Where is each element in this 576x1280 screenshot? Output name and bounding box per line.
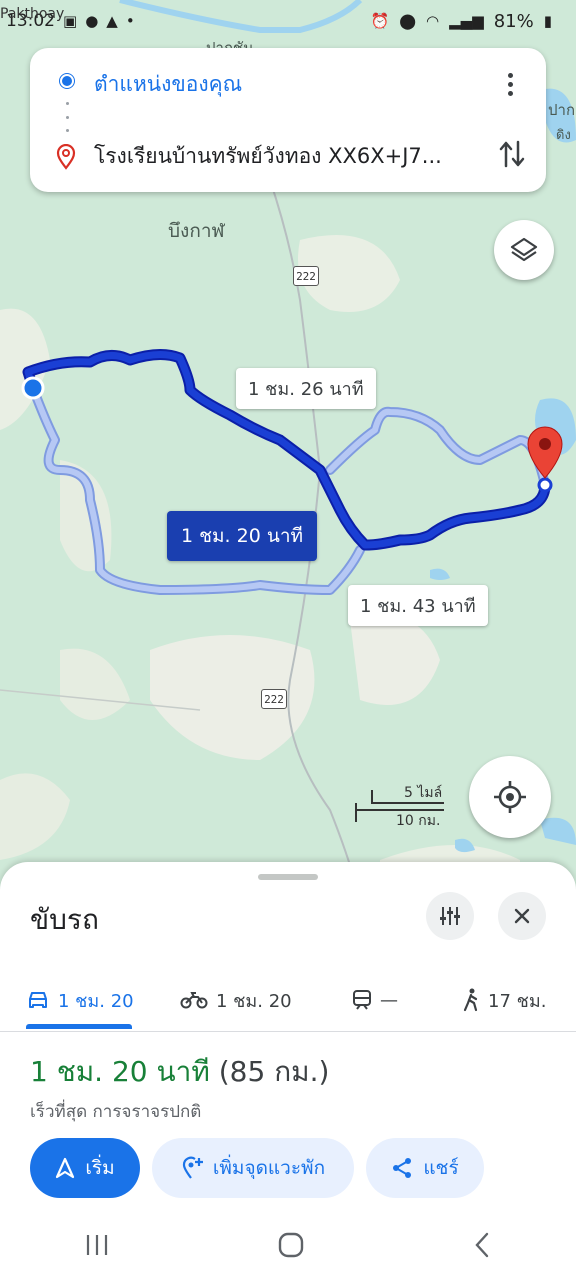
location-icon: ⬤ — [399, 12, 417, 30]
my-location-button[interactable] — [469, 756, 551, 838]
share-button[interactable]: แชร์ — [366, 1138, 484, 1198]
route-subtitle: เร็วที่สุด การจราจรปกติ — [30, 1102, 202, 1122]
destination-field[interactable]: โรงเรียนบ้านทรัพย์วังทอง XX6X+J7... — [94, 140, 474, 173]
gallery-icon: ▣ — [63, 12, 78, 30]
more-options-icon[interactable] — [498, 66, 522, 102]
connector-dots-icon — [66, 102, 69, 132]
signal-icon: ▂▄▆ — [449, 12, 484, 30]
add-location-icon — [182, 1156, 203, 1179]
swap-icon[interactable] — [498, 138, 526, 170]
route-label-alt-2[interactable]: 1 ชม. 43 นาที — [348, 585, 488, 626]
wifi-icon: ◠ — [426, 12, 440, 30]
tab-walk-label: 17 ชม. — [488, 990, 547, 1012]
tab-active-indicator — [26, 1024, 132, 1029]
sheet-drag-handle[interactable] — [258, 874, 318, 880]
status-bar: 13:02 ▣ ● ▲ • ⏰ ⬤ ◠ ▂▄▆ 81% ▮ — [0, 0, 576, 42]
start-button-label: เริ่ม — [85, 1157, 115, 1179]
route-options-button[interactable] — [426, 892, 474, 940]
car-icon — [29, 992, 47, 1008]
share-label: แชร์ — [423, 1157, 459, 1179]
road-shield-222: 222 — [261, 689, 287, 709]
chat-icon: ● — [85, 12, 99, 30]
route-summary: 1 ชม. 20 นาที (85 กม.) — [30, 1050, 329, 1094]
origin-marker — [21, 376, 45, 400]
route-distance: (85 กม.) — [218, 1055, 330, 1088]
system-navigation-bar — [0, 1210, 576, 1280]
place-label-bueng-kan: บึงกาฬ — [168, 220, 225, 242]
tab-car[interactable]: 1 ชม. 20 — [26, 978, 134, 1022]
sheet-title: ขับรถ — [30, 903, 99, 936]
route-label-primary[interactable]: 1 ชม. 20 นาที — [167, 511, 318, 561]
recent-apps-icon[interactable] — [84, 1233, 110, 1257]
layers-button[interactable] — [494, 220, 554, 280]
close-button[interactable] — [498, 892, 546, 940]
motorcycle-icon — [180, 992, 208, 1009]
train-icon — [353, 990, 371, 1010]
scale-miles: 5 ไมล์ — [404, 785, 443, 801]
add-stop-button[interactable]: เพิ่มจุดแวะพัก — [152, 1138, 354, 1198]
scale-km: 10 กม. — [396, 813, 441, 829]
travel-mode-tabs: 1 ชม. 20 1 ชม. 20 — 17 ชม. — [0, 970, 576, 1032]
map-scale: 5 ไมล์ 10 กม. — [356, 782, 456, 832]
road-shield-222: 222 — [293, 266, 319, 286]
destination-pin-icon — [56, 144, 76, 170]
place-label-edge-1: ปาก — [548, 101, 576, 119]
route-duration: 1 ชม. 20 นาที — [30, 1055, 210, 1088]
back-icon[interactable] — [472, 1232, 492, 1258]
origin-field[interactable]: ตำแหน่งของคุณ — [94, 68, 242, 101]
warning-icon: ▲ — [106, 12, 118, 30]
layers-icon — [510, 237, 538, 262]
place-label-edge-2: ดิง — [556, 128, 571, 143]
sliders-icon — [440, 907, 460, 925]
battery-percent: 81% — [493, 10, 534, 32]
battery-icon: ▮ — [543, 12, 552, 30]
tab-transit-label: — — [380, 989, 398, 1011]
tab-car-label: 1 ชม. 20 — [58, 990, 134, 1012]
navigation-arrow-icon — [56, 1157, 75, 1179]
close-icon — [514, 908, 530, 924]
tab-motorcycle[interactable]: 1 ชม. 20 — [180, 978, 292, 1022]
alarm-icon: ⏰ — [370, 12, 390, 30]
directions-card: ตำแหน่งของคุณ โรงเรียนบ้านทรัพย์วังทอง X… — [30, 48, 546, 192]
share-icon — [393, 1158, 412, 1178]
add-stop-label: เพิ่มจุดแวะพัก — [212, 1157, 326, 1179]
dot-icon: • — [125, 12, 135, 30]
home-icon[interactable] — [278, 1232, 304, 1258]
start-button[interactable]: เริ่ม — [30, 1138, 140, 1198]
route-label-alt-1[interactable]: 1 ชม. 26 นาที — [236, 368, 376, 409]
tab-walk[interactable]: 17 ชม. — [462, 978, 546, 1022]
crosshair-icon — [494, 781, 526, 813]
walking-icon — [463, 988, 478, 1012]
origin-dot-icon — [60, 74, 74, 88]
tab-motorcycle-label: 1 ชม. 20 — [216, 990, 292, 1012]
tab-transit[interactable]: — — [352, 978, 398, 1022]
carrier-overlay: Pakthoay — [0, 6, 65, 22]
